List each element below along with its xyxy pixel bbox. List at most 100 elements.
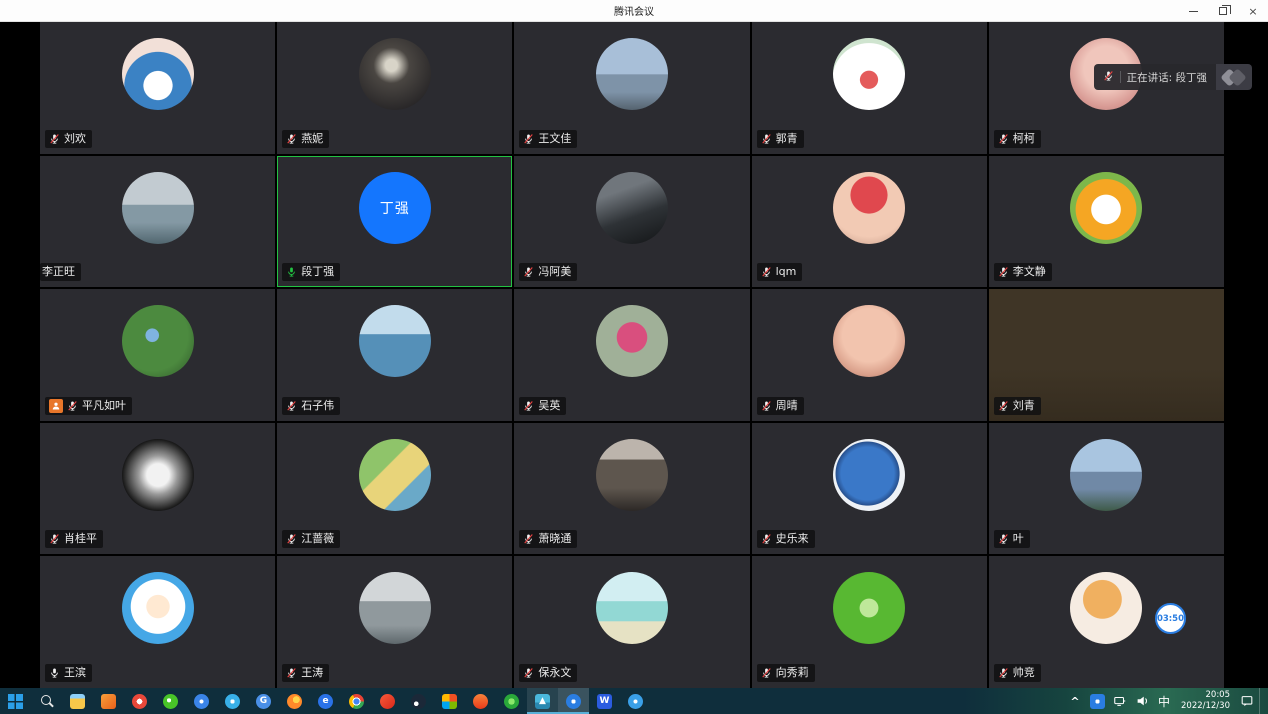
mountain-sky-avatar [1070, 439, 1142, 511]
music-app-icon[interactable] [124, 688, 155, 714]
participant-name-tag: 燕妮 [282, 130, 329, 148]
participant-tile[interactable]: 丁强段丁强 [277, 156, 512, 288]
participant-name: 帅竞 [1013, 666, 1035, 680]
dark-incense-photo-avatar [359, 38, 431, 110]
window-controls: × [1178, 0, 1268, 22]
participant-name: 王文佳 [538, 132, 571, 146]
cartoon-boy-headphones-avatar [122, 572, 194, 644]
beach-sea-avatar [596, 572, 668, 644]
participant-name-tag: 帅竞 [994, 664, 1041, 682]
participant-tile[interactable]: 李文静 [989, 156, 1224, 288]
participant-tile[interactable]: 郭青 [752, 22, 987, 154]
participant-tile[interactable]: 叶 [989, 423, 1224, 555]
timer-badge: 03:50 [1155, 603, 1186, 634]
participant-tile[interactable]: 王滨 [40, 556, 275, 688]
participant-tile[interactable]: 李正旺 [40, 156, 275, 288]
chrome-icon[interactable] [341, 688, 372, 714]
participant-name-tag: 刘欢 [45, 130, 92, 148]
microphone-on-icon [49, 667, 60, 679]
participant-tile[interactable]: lqm [752, 156, 987, 288]
ime-indicator[interactable]: 中 [1154, 688, 1174, 714]
wechat-icon[interactable] [155, 688, 186, 714]
microphone-muted-icon [998, 533, 1009, 545]
action-center-icon[interactable] [1237, 688, 1257, 714]
participant-tile[interactable]: 向秀莉 [752, 556, 987, 688]
pinned-app-orange-icon[interactable] [93, 688, 124, 714]
search-icon-glyph [39, 694, 54, 709]
gray-landscape-avatar [359, 572, 431, 644]
participant-name: 史乐来 [776, 532, 809, 546]
show-desktop-button[interactable] [1259, 688, 1264, 714]
video-app-red-icon[interactable] [372, 688, 403, 714]
participant-name: 肖桂平 [64, 532, 97, 546]
participant-name-tag: 保永文 [519, 664, 577, 682]
minimize-icon [1189, 11, 1198, 12]
participant-name: 叶 [1013, 532, 1024, 546]
minimize-button[interactable] [1178, 0, 1208, 22]
taskbar-clock[interactable]: 20:05 2022/12/30 [1176, 688, 1235, 714]
participant-tile[interactable]: 冯阿美 [514, 156, 749, 288]
word-icon[interactable]: W [589, 688, 620, 714]
hidden-icons-chevron[interactable]: ^ [1065, 688, 1085, 714]
portrait-photo-avatar [596, 439, 668, 511]
participant-tile[interactable]: 燕妮 [277, 22, 512, 154]
participant-name: 刘青 [1013, 399, 1035, 413]
participant-name-tag: 萧晓通 [519, 530, 577, 548]
firefox-icon[interactable] [279, 688, 310, 714]
steam-icon[interactable] [403, 688, 434, 714]
participant-name-tag: 向秀莉 [757, 664, 815, 682]
microphone-muted-icon [286, 133, 297, 145]
photos-app-icon[interactable]: ▲ [527, 688, 558, 714]
tray-app-icon[interactable] [1087, 688, 1108, 714]
participant-name: 段丁强 [301, 265, 334, 279]
ie-browser-icon[interactable]: e [310, 688, 341, 714]
window-titlebar: 腾讯会议 × [0, 0, 1268, 22]
participant-tile[interactable]: 肖桂平 [40, 423, 275, 555]
participant-tile[interactable]: 吴英 [514, 289, 749, 421]
participant-name: 吴英 [538, 399, 560, 413]
file-explorer-icon-glyph [70, 694, 85, 709]
volume-icon[interactable] [1132, 688, 1152, 714]
start-icon[interactable] [0, 688, 31, 714]
google-app-icon[interactable]: G [248, 688, 279, 714]
flame-app-icon[interactable] [465, 688, 496, 714]
microphone-muted-icon [523, 266, 534, 278]
participant-name: 郭青 [776, 132, 798, 146]
microsoft-app-icon[interactable] [434, 688, 465, 714]
file-explorer-icon[interactable] [62, 688, 93, 714]
restore-button[interactable] [1208, 0, 1238, 22]
participant-tile[interactable]: 石子伟 [277, 289, 512, 421]
microphone-muted-icon [998, 133, 1009, 145]
pinned-app-blue-star-icon[interactable] [186, 688, 217, 714]
close-button[interactable]: × [1238, 0, 1268, 22]
participant-tile[interactable]: 刘青 [989, 289, 1224, 421]
green-app-icon[interactable] [496, 688, 527, 714]
participant-tile[interactable]: 江蔷薇 [277, 423, 512, 555]
participant-tile[interactable]: 帅竞 03:50 [989, 556, 1224, 688]
participant-tile[interactable]: 萧晓通 [514, 423, 749, 555]
meeting-stage: 刘欢燕妮王文佳郭青柯柯李正旺丁强段丁强冯阿美lqm李文静平凡如叶石子伟吴英周晴刘… [0, 22, 1268, 688]
compass-browser-icon[interactable] [217, 688, 248, 714]
cartoon-map-avatar [359, 439, 431, 511]
quark-browser-icon[interactable] [620, 688, 651, 714]
network-icon[interactable] [1110, 688, 1130, 714]
microphone-muted-icon [49, 133, 60, 145]
participant-tile[interactable]: 刘欢 [40, 22, 275, 154]
video-grid: 刘欢燕妮王文佳郭青柯柯李正旺丁强段丁强冯阿美lqm李文静平凡如叶石子伟吴英周晴刘… [40, 22, 1224, 688]
tencent-meeting-icon[interactable] [558, 688, 589, 714]
participant-name-tag: 石子伟 [282, 397, 340, 415]
participant-name-tag: 王文佳 [519, 130, 577, 148]
participant-name: 李文静 [1013, 265, 1046, 279]
participant-tile[interactable]: 王涛 [277, 556, 512, 688]
search-icon[interactable] [31, 688, 62, 714]
participant-tile[interactable]: 保永文 [514, 556, 749, 688]
firefox-icon-glyph [287, 694, 302, 709]
participant-tile[interactable]: 史乐来 [752, 423, 987, 555]
participant-tile[interactable]: 周晴 [752, 289, 987, 421]
microphone-muted-icon [761, 133, 772, 145]
participant-tile[interactable]: 平凡如叶 [40, 289, 275, 421]
participant-name-tag: 江蔷薇 [282, 530, 340, 548]
participant-name-tag: 李文静 [994, 263, 1052, 281]
participant-tile[interactable]: 王文佳 [514, 22, 749, 154]
microphone-muted-icon [286, 667, 297, 679]
